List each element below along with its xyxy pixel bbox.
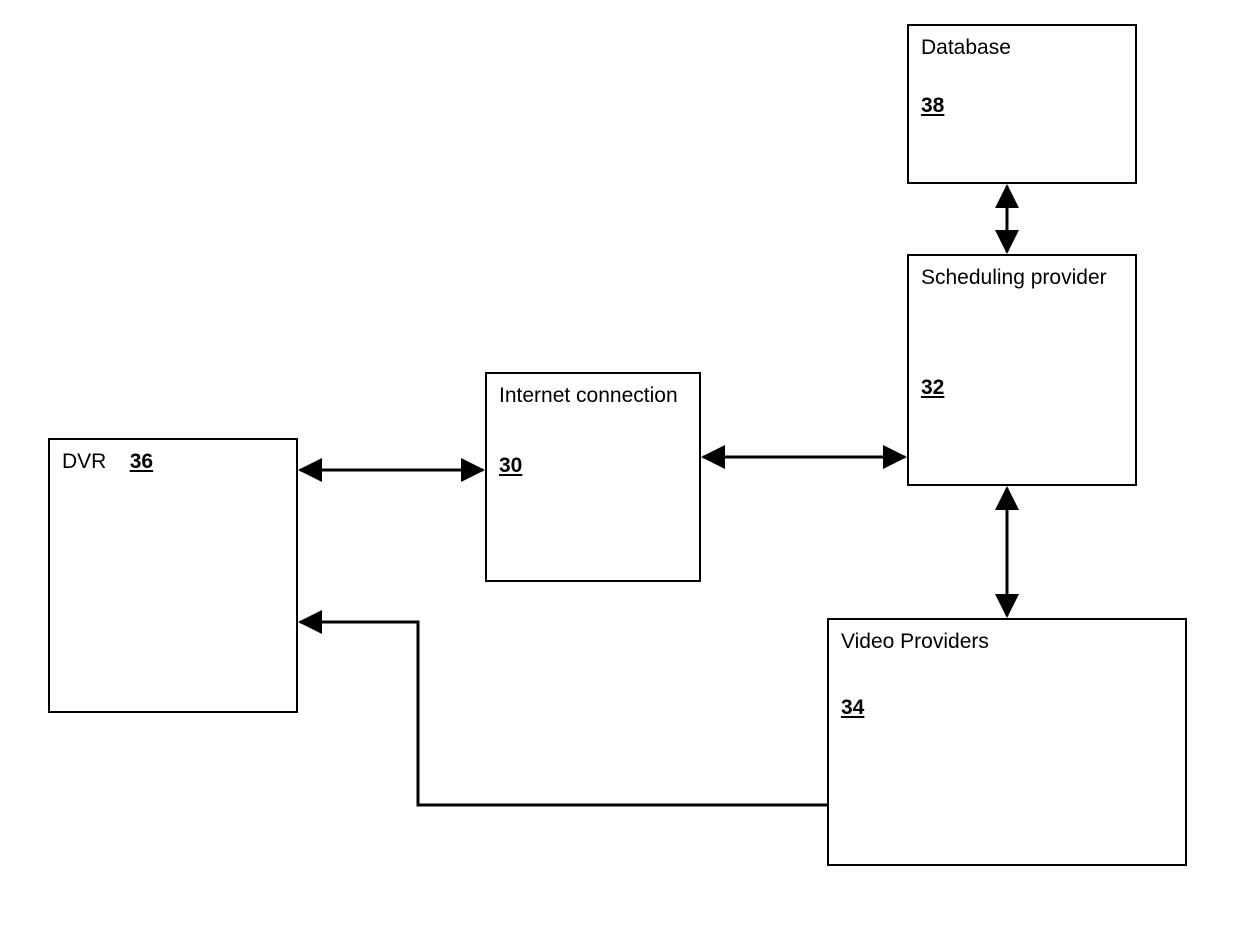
- node-video: Video Providers 34: [827, 618, 1187, 866]
- node-dvr: DVR 36: [48, 438, 298, 713]
- node-dvr-ref: 36: [130, 450, 153, 474]
- node-scheduling-ref: 32: [921, 376, 944, 400]
- node-video-ref: 34: [841, 696, 864, 720]
- node-internet-label: Internet connection: [499, 384, 687, 408]
- edge-video-dvr: [300, 622, 827, 805]
- node-database: Database 38: [907, 24, 1137, 184]
- node-internet: Internet connection 30: [485, 372, 701, 582]
- node-internet-ref: 30: [499, 454, 522, 478]
- node-database-ref: 38: [921, 94, 944, 118]
- node-video-label: Video Providers: [841, 630, 1173, 654]
- node-scheduling: Scheduling provider 32: [907, 254, 1137, 486]
- node-scheduling-label: Scheduling provider: [921, 266, 1123, 290]
- node-dvr-label: DVR: [62, 450, 106, 473]
- node-database-label: Database: [921, 36, 1123, 60]
